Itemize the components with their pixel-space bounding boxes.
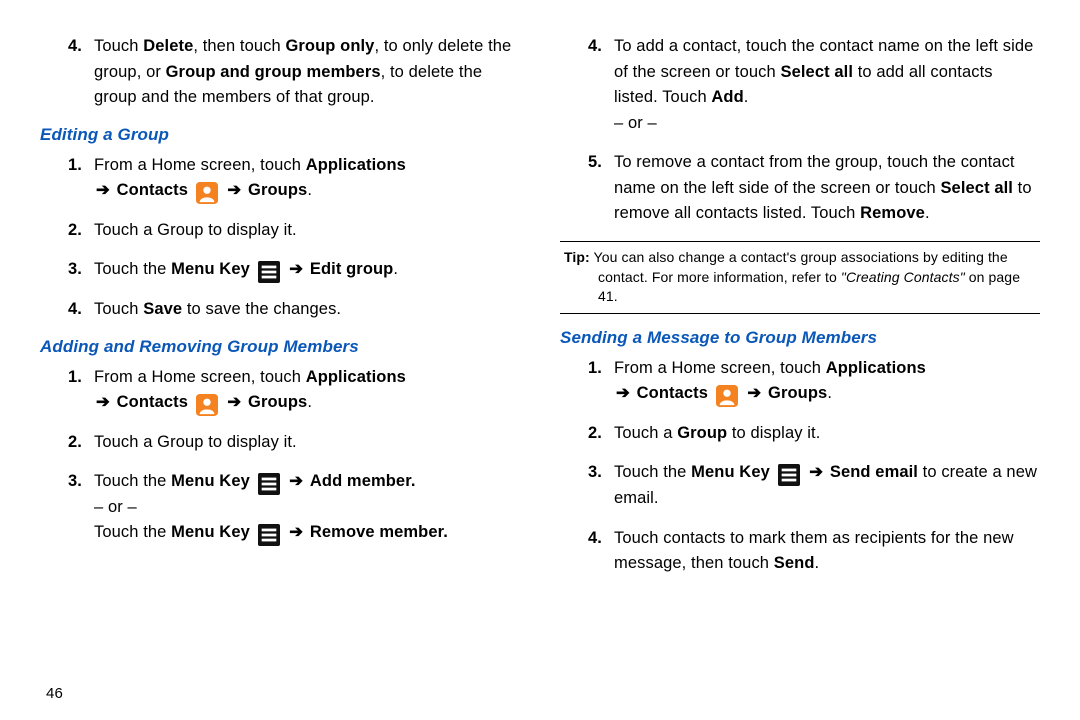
menu-key-icon xyxy=(258,473,280,495)
step-body: To remove a contact from the group, touc… xyxy=(614,150,1040,227)
step-item: 2. Touch a Group to display it. xyxy=(40,218,520,244)
applications-icon xyxy=(934,359,956,381)
step-item: 3. Touch the Menu Key ➔ Add member. – or… xyxy=(40,469,520,546)
tip-label: Tip: xyxy=(564,249,590,265)
page-number: 46 xyxy=(46,685,63,702)
step-number: 2. xyxy=(40,218,94,244)
step-body: Touch Save to save the changes. xyxy=(94,297,520,323)
steps-add-remove: 1. From a Home screen, touch Application… xyxy=(40,365,520,546)
step-number: 3. xyxy=(40,469,94,546)
step-item: 4. Touch Delete, then touch Group only, … xyxy=(40,34,520,111)
step-number: 5. xyxy=(560,150,614,227)
step-item: 3. Touch the Menu Key ➔ Send email to cr… xyxy=(560,460,1040,511)
step-body: Touch a Group to display it. xyxy=(94,430,520,456)
step-item: 4. Touch Save to save the changes. xyxy=(40,297,520,323)
manual-page: 4. Touch Delete, then touch Group only, … xyxy=(0,0,1080,720)
step-number: 4. xyxy=(560,34,614,136)
contacts-icon xyxy=(196,394,218,416)
steps-add-remove-continued: 4. To add a contact, touch the contact n… xyxy=(560,34,1040,227)
heading-send-message: Sending a Message to Group Members xyxy=(560,328,1040,348)
step-item: 3. Touch the Menu Key ➔ Edit group. xyxy=(40,257,520,283)
heading-editing-group: Editing a Group xyxy=(40,125,520,145)
step-number: 1. xyxy=(560,356,614,407)
step-body: To add a contact, touch the contact name… xyxy=(614,34,1040,136)
step-item: 2. Touch a Group to display it. xyxy=(560,421,1040,447)
right-column: 4. To add a contact, touch the contact n… xyxy=(560,28,1040,710)
menu-key-icon xyxy=(258,524,280,546)
step-number: 1. xyxy=(40,365,94,416)
step-number: 2. xyxy=(40,430,94,456)
menu-key-icon xyxy=(778,464,800,486)
step-item: 4. Touch contacts to mark them as recipi… xyxy=(560,526,1040,577)
step-body: Touch contacts to mark them as recipient… xyxy=(614,526,1040,577)
step-body: From a Home screen, touch Applications ➔… xyxy=(94,153,520,204)
step-number: 1. xyxy=(40,153,94,204)
step-number: 4. xyxy=(40,34,94,111)
step-item: 2. Touch a Group to display it. xyxy=(40,430,520,456)
step-number: 4. xyxy=(560,526,614,577)
contacts-icon xyxy=(716,385,738,407)
contacts-icon xyxy=(196,182,218,204)
step-body: Touch the Menu Key ➔ Send email to creat… xyxy=(614,460,1040,511)
step-number: 3. xyxy=(560,460,614,511)
left-column: 4. Touch Delete, then touch Group only, … xyxy=(40,28,520,710)
applications-icon xyxy=(414,368,436,390)
tip-body: contact. For more information, refer to … xyxy=(598,268,1036,307)
step-body: Touch the Menu Key ➔ Add member. – or – … xyxy=(94,469,520,546)
step-number: 3. xyxy=(40,257,94,283)
step-body: Touch Delete, then touch Group only, to … xyxy=(94,34,520,111)
steps-send-message: 1. From a Home screen, touch Application… xyxy=(560,356,1040,577)
step-item: 1. From a Home screen, touch Application… xyxy=(40,153,520,204)
step-number: 4. xyxy=(40,297,94,323)
steps-edit-group: 1. From a Home screen, touch Application… xyxy=(40,153,520,323)
heading-add-remove: Adding and Removing Group Members xyxy=(40,337,520,357)
menu-key-icon xyxy=(258,261,280,283)
step-body: From a Home screen, touch Applications ➔… xyxy=(614,356,1040,407)
step-body: Touch a Group to display it. xyxy=(614,421,1040,447)
step-item: 5. To remove a contact from the group, t… xyxy=(560,150,1040,227)
step-body: Touch the Menu Key ➔ Edit group. xyxy=(94,257,520,283)
step-item: 1. From a Home screen, touch Application… xyxy=(560,356,1040,407)
step-body: Touch a Group to display it. xyxy=(94,218,520,244)
applications-icon xyxy=(414,156,436,178)
step-number: 2. xyxy=(560,421,614,447)
step-item: 4. To add a contact, touch the contact n… xyxy=(560,34,1040,136)
step-item: 1. From a Home screen, touch Application… xyxy=(40,365,520,416)
steps-delete-continued: 4. Touch Delete, then touch Group only, … xyxy=(40,34,520,111)
tip-box: Tip: You can also change a contact's gro… xyxy=(560,241,1040,314)
step-body: From a Home screen, touch Applications ➔… xyxy=(94,365,520,416)
